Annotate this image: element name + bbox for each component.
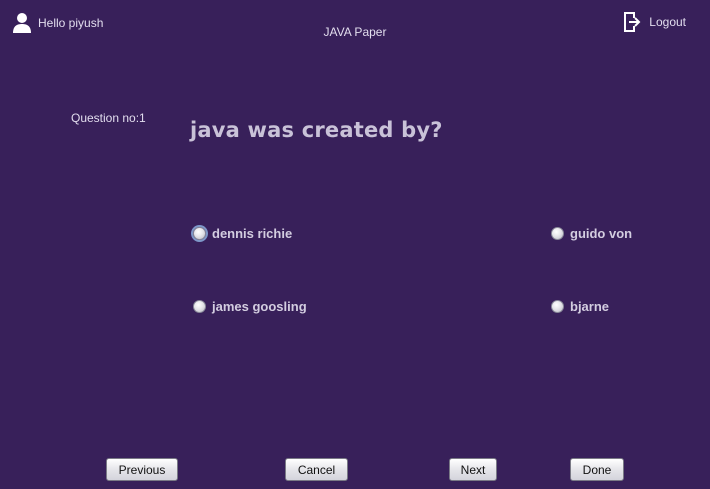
option-1-radio[interactable] bbox=[193, 227, 206, 240]
greeting-text: Hello piyush bbox=[38, 16, 104, 30]
previous-button[interactable]: Previous bbox=[106, 458, 178, 481]
done-button[interactable]: Done bbox=[570, 458, 624, 481]
question-text: java was created by? bbox=[190, 118, 443, 142]
option-4[interactable]: bjarne bbox=[551, 299, 609, 314]
logout-label: Logout bbox=[649, 15, 686, 29]
user-greeting: Hello piyush bbox=[12, 12, 103, 34]
user-icon bbox=[12, 12, 32, 34]
option-2-radio[interactable] bbox=[551, 227, 564, 240]
option-3-radio[interactable] bbox=[193, 300, 206, 313]
logout-icon bbox=[623, 11, 641, 33]
option-2[interactable]: guido von bbox=[551, 226, 632, 241]
option-1-label: dennis richie bbox=[212, 226, 293, 241]
option-1[interactable]: dennis richie bbox=[193, 226, 292, 241]
question-number: Question no:1 bbox=[71, 111, 146, 125]
paper-title: JAVA Paper bbox=[323, 25, 387, 39]
next-button[interactable]: Next bbox=[449, 458, 497, 481]
option-3-label: james goosling bbox=[212, 299, 307, 314]
paper-title-row: JAVA Paper bbox=[0, 25, 710, 39]
option-4-radio[interactable] bbox=[551, 300, 564, 313]
exam-window: Hello piyush JAVA Paper Logout Question … bbox=[0, 0, 710, 489]
option-4-label: bjarne bbox=[570, 299, 610, 314]
logout-button[interactable]: Logout bbox=[623, 11, 686, 33]
option-2-label: guido von bbox=[570, 226, 633, 241]
option-3[interactable]: james goosling bbox=[193, 299, 307, 314]
cancel-button[interactable]: Cancel bbox=[285, 458, 348, 481]
